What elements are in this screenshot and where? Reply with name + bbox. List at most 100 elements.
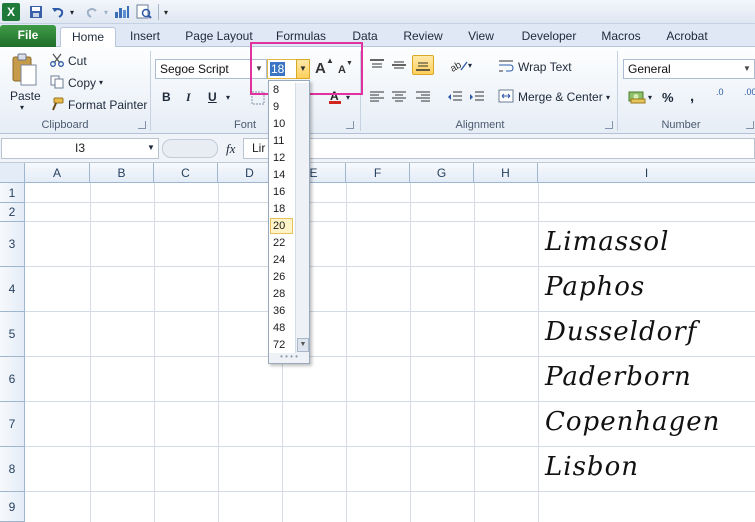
number-format-combo[interactable]: General ▼ xyxy=(623,59,755,79)
row-header-4[interactable]: 4 xyxy=(0,267,25,312)
customize-icon[interactable]: ▾ xyxy=(162,3,170,21)
cut-icon[interactable] xyxy=(50,53,64,67)
font-launcher-icon[interactable] xyxy=(346,121,354,129)
font-size-dropdown-list[interactable]: 8 9 10 11 12 14 16 18 20 22 24 26 28 36 … xyxy=(268,80,310,364)
font-size-option[interactable]: 9 xyxy=(270,99,293,115)
excel-logo-icon[interactable]: X xyxy=(2,3,20,21)
copy-dropdown-icon[interactable]: ▾ xyxy=(99,78,103,87)
print-preview-icon[interactable] xyxy=(136,3,152,21)
resize-grip-icon[interactable]: • • • • xyxy=(269,353,309,363)
column-header-h[interactable]: H xyxy=(474,163,538,183)
column-header-g[interactable]: G xyxy=(410,163,474,183)
tab-file[interactable]: File xyxy=(0,25,56,47)
save-icon[interactable] xyxy=(28,3,44,21)
cell-i8[interactable]: Lisbon xyxy=(545,452,639,482)
tab-page-layout[interactable]: Page Layout xyxy=(180,27,258,47)
align-bottom-icon[interactable] xyxy=(412,55,434,75)
scroll-down-arrow-icon[interactable]: ▼ xyxy=(297,338,309,352)
tab-macros[interactable]: Macros xyxy=(594,27,648,47)
copy-button[interactable]: Copy xyxy=(68,76,96,90)
font-size-option[interactable]: 12 xyxy=(270,150,293,166)
column-header-b[interactable]: B xyxy=(90,163,154,183)
font-size-option[interactable]: 11 xyxy=(270,133,293,149)
font-size-option-highlighted[interactable]: 20 xyxy=(270,218,293,234)
font-size-option[interactable]: 48 xyxy=(270,320,293,336)
column-header-f[interactable]: F xyxy=(346,163,410,183)
underline-button[interactable]: U xyxy=(208,90,217,104)
increase-decimal-button[interactable]: .0 xyxy=(716,87,724,97)
format-painter-icon[interactable] xyxy=(50,97,64,111)
alignment-launcher-icon[interactable] xyxy=(605,121,613,129)
column-header-c[interactable]: C xyxy=(154,163,218,183)
column-header-i[interactable]: I xyxy=(538,163,755,183)
align-right-icon[interactable] xyxy=(414,89,432,105)
row-header-2[interactable]: 2 xyxy=(0,203,25,222)
cell-i4[interactable]: Paphos xyxy=(545,272,645,302)
row-header-3[interactable]: 3 xyxy=(0,222,25,267)
formula-bar-handle[interactable] xyxy=(162,139,218,158)
tab-insert[interactable]: Insert xyxy=(122,27,168,47)
font-size-option[interactable]: 28 xyxy=(270,286,293,302)
worksheet-grid[interactable]: A B C D E F G H I 1 2 3 4 5 6 7 8 9 Lima… xyxy=(0,163,755,522)
font-size-option[interactable]: 24 xyxy=(270,252,293,268)
align-center-icon[interactable] xyxy=(390,89,408,105)
row-header-5[interactable]: 5 xyxy=(0,312,25,357)
merge-center-button[interactable]: Merge & Center xyxy=(518,90,603,104)
font-size-option[interactable]: 36 xyxy=(270,303,293,319)
select-all-corner[interactable] xyxy=(0,163,25,183)
undo-dropdown-icon[interactable]: ▾ xyxy=(68,3,76,21)
font-size-option[interactable]: 14 xyxy=(270,167,293,183)
cell-i6[interactable]: Paderborn xyxy=(545,362,692,392)
format-painter-button[interactable]: Format Painter xyxy=(68,98,147,112)
tab-review[interactable]: Review xyxy=(396,27,450,47)
chart-icon[interactable] xyxy=(114,3,130,21)
row-header-1[interactable]: 1 xyxy=(0,183,25,203)
cell-i3[interactable]: Limassol xyxy=(545,227,669,257)
accounting-format-icon[interactable] xyxy=(628,89,646,105)
font-size-scrollbar[interactable]: ▼ xyxy=(295,83,309,353)
merge-center-icon[interactable] xyxy=(498,88,514,104)
font-size-option[interactable]: 22 xyxy=(270,235,293,251)
merge-center-dropdown-icon[interactable]: ▾ xyxy=(606,93,610,102)
underline-dropdown-icon[interactable]: ▾ xyxy=(226,93,230,102)
paste-button[interactable]: Paste xyxy=(10,89,41,103)
clipboard-launcher-icon[interactable] xyxy=(138,121,146,129)
tab-developer[interactable]: Developer xyxy=(514,27,584,47)
insert-function-button[interactable]: fx xyxy=(226,141,235,157)
row-header-6[interactable]: 6 xyxy=(0,357,25,402)
wrap-text-button[interactable]: Wrap Text xyxy=(518,60,572,74)
tab-home[interactable]: Home xyxy=(60,27,116,48)
name-box[interactable]: I3 xyxy=(1,138,159,159)
paste-icon[interactable] xyxy=(8,52,40,88)
redo-icon[interactable] xyxy=(84,3,100,21)
number-format-dropdown-icon[interactable]: ▼ xyxy=(740,60,754,78)
row-header-9[interactable]: 9 xyxy=(0,492,25,522)
align-middle-icon[interactable] xyxy=(390,57,408,73)
percent-style-button[interactable]: % xyxy=(662,90,674,105)
decrease-decimal-button[interactable]: .00 xyxy=(744,87,755,97)
tab-view[interactable]: View xyxy=(460,27,502,47)
wrap-text-icon[interactable] xyxy=(498,58,514,74)
font-size-option[interactable]: 10 xyxy=(270,116,293,132)
tab-acrobat[interactable]: Acrobat xyxy=(660,27,714,47)
formula-input[interactable]: Lir xyxy=(243,138,755,159)
align-top-icon[interactable] xyxy=(368,57,386,73)
paste-dropdown-icon[interactable]: ▾ xyxy=(20,103,24,112)
row-header-7[interactable]: 7 xyxy=(0,402,25,447)
bold-button[interactable]: B xyxy=(162,90,171,104)
align-left-icon[interactable] xyxy=(368,89,386,105)
name-box-dropdown-icon[interactable]: ▼ xyxy=(147,143,155,152)
orientation-dropdown-icon[interactable]: ▾ xyxy=(468,61,472,70)
font-size-option[interactable]: 8 xyxy=(270,82,293,98)
cell-i5[interactable]: Dusseldorf xyxy=(545,317,697,347)
font-size-option[interactable]: 18 xyxy=(270,201,293,217)
comma-style-button[interactable]: , xyxy=(690,88,694,105)
font-size-option[interactable]: 16 xyxy=(270,184,293,200)
accounting-dropdown-icon[interactable]: ▾ xyxy=(648,93,652,102)
column-header-a[interactable]: A xyxy=(25,163,90,183)
cut-button[interactable]: Cut xyxy=(68,54,87,68)
undo-icon[interactable] xyxy=(50,3,66,21)
font-size-option[interactable]: 72 xyxy=(270,337,293,353)
orientation-icon[interactable]: ab xyxy=(448,57,470,73)
decrease-indent-icon[interactable] xyxy=(446,89,464,105)
